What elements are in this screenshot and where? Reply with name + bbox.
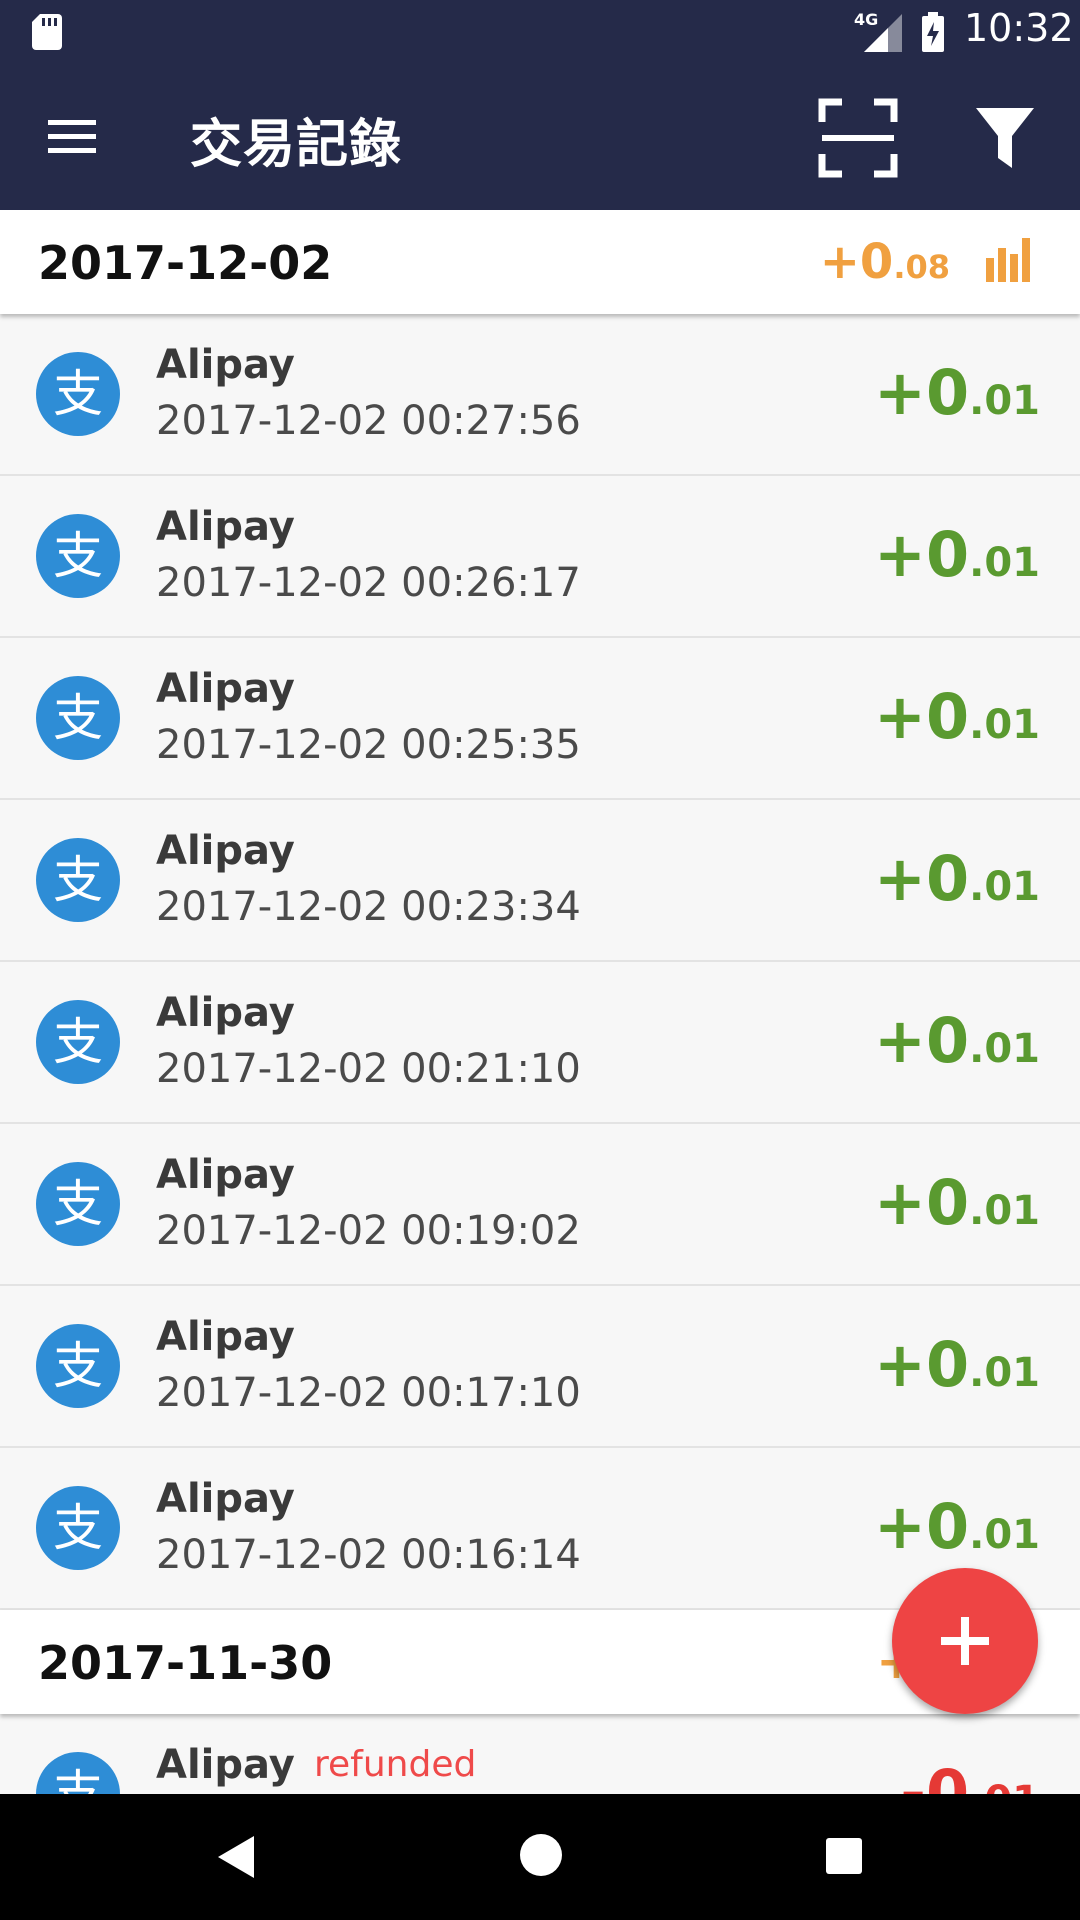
alipay-icon: 支 [36, 1486, 120, 1570]
alipay-icon: 支 [36, 352, 120, 436]
transaction-row[interactable]: 支 Alipay 2017-12-02 00:17:10 +0.01 [0, 1286, 1080, 1448]
alipay-icon: 支 [36, 1000, 120, 1084]
bar-chart-icon[interactable] [984, 236, 1034, 282]
merchant-name: Alipay [156, 828, 295, 874]
home-icon[interactable] [518, 1832, 564, 1878]
merchant-name: Alipay [156, 504, 295, 550]
alipay-icon: 支 [36, 838, 120, 922]
day-total-dec: .08 [893, 248, 950, 286]
signal-icon [864, 14, 902, 52]
add-transaction-button[interactable] [892, 1568, 1038, 1714]
filter-icon[interactable] [974, 104, 1036, 172]
scan-icon[interactable] [818, 98, 898, 178]
alipay-icon: 支 [36, 1324, 120, 1408]
transaction-amount: +0.01 [874, 1490, 1040, 1563]
battery-charging-icon [922, 12, 944, 52]
alipay-icon: 支 [36, 676, 120, 760]
transaction-time: 2017-12-02 00:26:17 [156, 560, 581, 606]
merchant-name: Alipay [156, 1476, 295, 1522]
merchant-name: Alipay [156, 1742, 295, 1788]
transaction-list[interactable]: 2017-12-02 +0.08 支 Alipay 2017-12-02 00:… [0, 210, 1080, 1794]
merchant-name: Alipay [156, 1152, 295, 1198]
transaction-row[interactable]: 支 Alipay refunded -0.01 [0, 1714, 1080, 1794]
transaction-time: 2017-12-02 00:23:34 [156, 884, 581, 930]
transaction-amount: +0.01 [874, 518, 1040, 591]
status-bar: 4G 10:32 [0, 0, 1080, 64]
transaction-time: 2017-12-02 00:25:35 [156, 722, 581, 768]
system-nav-bar [0, 1794, 1080, 1920]
merchant-name: Alipay [156, 1314, 295, 1360]
group-date: 2017-12-02 [38, 236, 333, 290]
transaction-row[interactable]: 支 Alipay 2017-12-02 00:25:35 +0.01 [0, 638, 1080, 800]
back-icon[interactable] [212, 1832, 258, 1882]
date-header: 2017-12-02 +0.08 [0, 210, 1080, 314]
day-total-int: +0 [819, 234, 894, 290]
alipay-icon: 支 [36, 1162, 120, 1246]
merchant-name: Alipay [156, 990, 295, 1036]
transaction-amount: +0.01 [874, 842, 1040, 915]
transaction-amount: +0.01 [874, 1328, 1040, 1401]
alipay-icon: 支 [36, 1752, 120, 1794]
transaction-time: 2017-12-02 00:19:02 [156, 1208, 581, 1254]
transaction-amount: +0.01 [874, 1166, 1040, 1239]
sd-card-icon [32, 14, 62, 50]
transaction-amount: -0.01 [900, 1756, 1040, 1794]
transaction-amount: +0.01 [874, 680, 1040, 753]
alipay-icon: 支 [36, 514, 120, 598]
transaction-amount: +0.01 [874, 1004, 1040, 1077]
page-title: 交易記錄 [190, 115, 403, 175]
merchant-name: Alipay [156, 666, 295, 712]
merchant-name: Alipay [156, 342, 295, 388]
plus-icon [941, 1617, 989, 1665]
day-total: +0.08 [820, 234, 950, 290]
transaction-time: 2017-12-02 00:16:14 [156, 1532, 581, 1578]
group-date: 2017-11-30 [38, 1636, 333, 1690]
transaction-row[interactable]: 支 Alipay 2017-12-02 00:26:17 +0.01 [0, 476, 1080, 638]
transaction-row[interactable]: 支 Alipay 2017-12-02 00:21:10 +0.01 [0, 962, 1080, 1124]
menu-icon[interactable] [40, 108, 104, 164]
transaction-row[interactable]: 支 Alipay 2017-12-02 00:27:56 +0.01 [0, 314, 1080, 476]
status-time: 10:32 [964, 6, 1074, 50]
transaction-row[interactable]: 支 Alipay 2017-12-02 00:23:34 +0.01 [0, 800, 1080, 962]
refunded-badge: refunded [314, 1744, 477, 1785]
transaction-amount: +0.01 [874, 356, 1040, 429]
recents-icon[interactable] [824, 1836, 864, 1876]
transaction-time: 2017-12-02 00:27:56 [156, 398, 581, 444]
transaction-time: 2017-12-02 00:21:10 [156, 1046, 581, 1092]
transaction-row[interactable]: 支 Alipay 2017-12-02 00:19:02 +0.01 [0, 1124, 1080, 1286]
transaction-time: 2017-12-02 00:17:10 [156, 1370, 581, 1416]
app-bar: 交易記錄 [0, 64, 1080, 210]
